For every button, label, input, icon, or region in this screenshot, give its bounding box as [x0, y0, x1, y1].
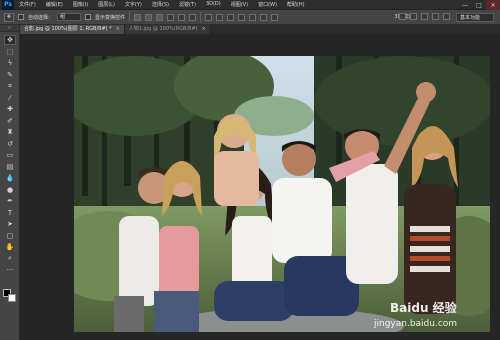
close-tab-icon[interactable]: ×	[202, 25, 206, 34]
eraser-tool-icon[interactable]: ▭	[4, 150, 16, 160]
distribute-left-icon[interactable]	[238, 13, 246, 21]
divider	[129, 12, 131, 22]
hand-tool-icon[interactable]: ✋	[4, 242, 16, 252]
distribute-hcenter-icon[interactable]	[249, 13, 257, 21]
menu-items: 文件(F) 编辑(E) 图像(I) 图层(L) 文字(Y) 选择(S) 滤镜(T) 3D(D)…	[14, 1, 310, 8]
menu-item[interactable]: 帮助(H)	[282, 1, 310, 8]
gradient-tool-icon[interactable]: ▤	[4, 162, 16, 172]
toolbox: » ✥ ⬚ ϟ ✎ ⌗ ⁄ ✚ ✐ ♜ ↺ ▭ ▤ 💧 ● ✒ T ➤ ▢ ✋ ⌕ ···	[0, 25, 20, 340]
marquee-tool-icon[interactable]: ⬚	[4, 47, 16, 57]
divider	[200, 12, 202, 22]
show-transform-label: 显示变换控件	[95, 14, 126, 21]
3d-pan-icon[interactable]	[421, 13, 428, 20]
crop-tool-icon[interactable]: ⌗	[4, 81, 16, 91]
eyedropper-tool-icon[interactable]: ⁄	[4, 93, 16, 103]
auto-align-icon[interactable]	[271, 13, 279, 21]
distribute-vcenter-icon[interactable]	[216, 13, 224, 21]
distribute-right-icon[interactable]	[260, 13, 268, 21]
brush-tool-icon[interactable]: ✐	[4, 116, 16, 126]
document-image[interactable]: Baidu 经验 jingyan.baidu.com	[74, 56, 490, 332]
watermark-url: jingyan.baidu.com	[373, 319, 457, 329]
minimize-button[interactable]: —	[458, 0, 472, 10]
align-bottom-icon[interactable]	[156, 13, 164, 21]
path-select-tool-icon[interactable]: ➤	[4, 219, 16, 229]
auto-select-label: 自动选择：	[28, 14, 54, 21]
move-tool-preset-icon[interactable]: ✥	[4, 12, 14, 22]
menu-item[interactable]: 文件(F)	[14, 1, 41, 8]
document-tab-label: 人物1.jpg @ 100%(RGB/8#)	[128, 26, 198, 32]
align-left-icon[interactable]	[167, 13, 175, 21]
3d-tools	[399, 13, 450, 20]
quick-select-tool-icon[interactable]: ✎	[4, 70, 16, 80]
menu-item[interactable]: 图像(I)	[68, 1, 93, 8]
close-tab-icon[interactable]: ×	[116, 25, 120, 34]
close-button[interactable]: ✕	[486, 0, 500, 10]
3d-rotate-icon[interactable]	[399, 13, 406, 20]
document-tabs: 合影.jpg @ 100%(图层 1, RGB/8#) * × 人物1.jpg @ …	[20, 25, 500, 34]
toolbox-grip[interactable]: »	[0, 25, 19, 32]
group-photo: Baidu 经验 jingyan.baidu.com	[74, 56, 490, 332]
document-tab[interactable]: 人物1.jpg @ 100%(RGB/8#) ×	[124, 25, 211, 34]
3d-roll-icon[interactable]	[410, 13, 417, 20]
align-right-icon[interactable]	[189, 13, 197, 21]
workspace-dropdown[interactable]: 基本功能	[456, 13, 494, 22]
type-tool-icon[interactable]: T	[4, 208, 16, 218]
canvas-area[interactable]: Baidu 经验 jingyan.baidu.com	[20, 34, 500, 340]
auto-select-checkbox[interactable]	[18, 14, 24, 20]
menu-bar: Ps 文件(F) 编辑(E) 图像(I) 图层(L) 文字(Y) 选择(S) 滤镜(T) 3D…	[0, 0, 500, 10]
align-top-icon[interactable]	[134, 13, 142, 21]
align-hcenter-icon[interactable]	[178, 13, 186, 21]
auto-select-dropdown[interactable]: 组	[57, 13, 82, 21]
menu-item[interactable]: 编辑(E)	[41, 1, 68, 8]
maximize-button[interactable]: □	[472, 0, 486, 10]
blur-tool-icon[interactable]: 💧	[4, 173, 16, 183]
background-color-swatch[interactable]	[8, 294, 16, 302]
menu-item[interactable]: 滤镜(T)	[174, 1, 201, 8]
menu-item[interactable]: 3D(D)	[201, 1, 226, 8]
more-tools-icon[interactable]: ···	[4, 265, 16, 275]
distribute-bottom-icon[interactable]	[227, 13, 235, 21]
menu-item[interactable]: 文字(Y)	[120, 1, 147, 8]
distribute-top-icon[interactable]	[205, 13, 213, 21]
window-controls: — □ ✕	[458, 0, 500, 10]
align-vcenter-icon[interactable]	[145, 13, 153, 21]
3d-slide-icon[interactable]	[432, 13, 439, 20]
photoshop-logo: Ps	[2, 0, 14, 10]
zoom-tool-icon[interactable]: ⌕	[4, 254, 16, 264]
document-tab-label: 合影.jpg @ 100%(图层 1, RGB/8#) *	[24, 26, 112, 32]
document-tab[interactable]: 合影.jpg @ 100%(图层 1, RGB/8#) * ×	[20, 25, 125, 34]
move-tool-icon[interactable]: ✥	[4, 35, 16, 45]
dodge-tool-icon[interactable]: ●	[4, 185, 16, 195]
options-bar: ✥ 自动选择： 组 显示变换控件 3D 模式： 基本功能	[0, 10, 500, 25]
show-transform-checkbox[interactable]	[85, 14, 92, 20]
menu-item[interactable]: 选择(S)	[147, 1, 174, 8]
watermark-brand: Baidu 经验	[390, 300, 458, 315]
menu-item[interactable]: 图层(L)	[93, 1, 120, 8]
lasso-tool-icon[interactable]: ϟ	[4, 58, 16, 68]
shape-tool-icon[interactable]: ▢	[4, 231, 16, 241]
history-brush-tool-icon[interactable]: ↺	[4, 139, 16, 149]
3d-scale-icon[interactable]	[443, 13, 450, 20]
healing-brush-tool-icon[interactable]: ✚	[4, 104, 16, 114]
menu-item[interactable]: 窗口(W)	[253, 1, 282, 8]
menu-item[interactable]: 视图(V)	[226, 1, 253, 8]
clone-stamp-tool-icon[interactable]: ♜	[4, 127, 16, 137]
pen-tool-icon[interactable]: ✒	[4, 196, 16, 206]
